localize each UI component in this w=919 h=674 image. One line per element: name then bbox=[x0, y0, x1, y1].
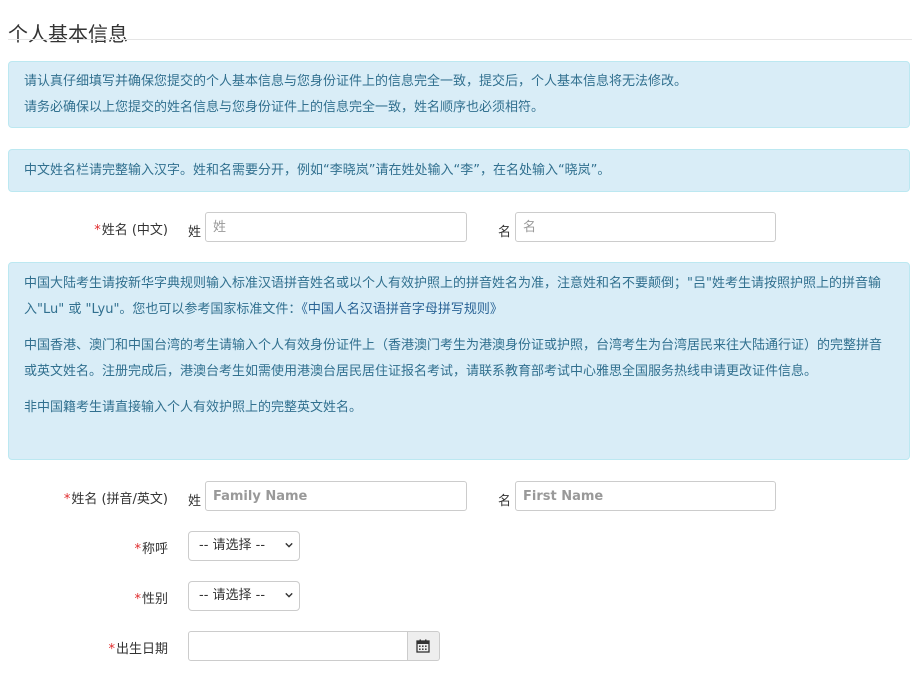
calendar-icon bbox=[416, 639, 430, 653]
label-text: 姓名 (拼音/英文) bbox=[71, 492, 168, 507]
family-name-input[interactable] bbox=[205, 481, 467, 511]
given-name-cn-input[interactable] bbox=[515, 212, 776, 242]
datepicker-button[interactable] bbox=[408, 631, 440, 661]
surname-prefix: 姓 bbox=[188, 494, 202, 509]
birthdate-label: *出生日期 bbox=[8, 638, 168, 657]
notice-pinyin-name: 中国大陆考生请按新华字典规则输入标准汉语拼音姓名或以个人有效护照上的拼音姓名为准… bbox=[8, 262, 910, 460]
notice-info-accuracy: 请认真仔细填写并确保您提交的个人基本信息与您身份证件上的信息完全一致，提交后，个… bbox=[8, 61, 910, 128]
notice-paragraph: 中国香港、澳门和中国台湾的考生请输入个人有效身份证件上（香港澳门考生为港澳身份证… bbox=[24, 338, 883, 379]
surname-prefix: 姓 bbox=[188, 225, 202, 240]
gender-select[interactable]: -- 请选择 -- bbox=[188, 581, 300, 611]
label-text: 姓名 (中文) bbox=[101, 223, 168, 238]
name-en-label: *姓名 (拼音/英文) bbox=[8, 488, 168, 507]
select-value: -- 请选择 -- bbox=[199, 588, 266, 603]
pinyin-rules-link[interactable]: 《中国人名汉语拼音字母拼写规则》 bbox=[301, 302, 503, 317]
salutation-select[interactable]: -- 请选择 -- bbox=[188, 531, 300, 561]
notice-paragraph: 非中国籍考生请直接输入个人有效护照上的完整英文姓名。 bbox=[24, 400, 363, 415]
notice-line: 请务必确保以上您提交的姓名信息与您身份证件上的信息完全一致，姓名顺序也必须相符。 bbox=[24, 100, 545, 115]
birthdate-input[interactable] bbox=[188, 631, 408, 661]
title-divider bbox=[8, 39, 912, 40]
given-name-prefix: 名 bbox=[498, 494, 512, 509]
gender-label: *性别 bbox=[8, 588, 168, 607]
given-name-prefix: 名 bbox=[498, 225, 512, 240]
label-text: 性别 bbox=[141, 592, 168, 607]
surname-cn-input[interactable] bbox=[205, 212, 467, 242]
required-mark: * bbox=[94, 223, 101, 238]
label-text: 出生日期 bbox=[115, 642, 168, 657]
select-value: -- 请选择 -- bbox=[199, 538, 266, 553]
page-title: 个人基本信息 bbox=[8, 22, 128, 47]
notice-line: 请认真仔细填写并确保您提交的个人基本信息与您身份证件上的信息完全一致，提交后，个… bbox=[24, 74, 688, 89]
first-name-input[interactable] bbox=[515, 481, 776, 511]
label-text: 称呼 bbox=[141, 542, 168, 557]
notice-line: 中文姓名栏请完整输入汉字。姓和名需要分开，例如“李晓岚”请在姓处输入“李”，在名… bbox=[24, 163, 611, 178]
chevron-down-icon bbox=[285, 542, 293, 548]
required-mark: * bbox=[134, 592, 141, 607]
required-mark: * bbox=[134, 542, 141, 557]
notice-chinese-name: 中文姓名栏请完整输入汉字。姓和名需要分开，例如“李晓岚”请在姓处输入“李”，在名… bbox=[8, 149, 910, 192]
name-cn-label: *姓名 (中文) bbox=[8, 219, 168, 238]
notice-paragraph: 中国大陆考生请按新华字典规则输入标准汉语拼音姓名或以个人有效护照上的拼音姓名为准… bbox=[24, 271, 894, 323]
required-mark: * bbox=[108, 642, 115, 657]
required-mark: * bbox=[63, 492, 71, 507]
salutation-label: *称呼 bbox=[8, 538, 168, 557]
chevron-down-icon bbox=[285, 592, 293, 598]
